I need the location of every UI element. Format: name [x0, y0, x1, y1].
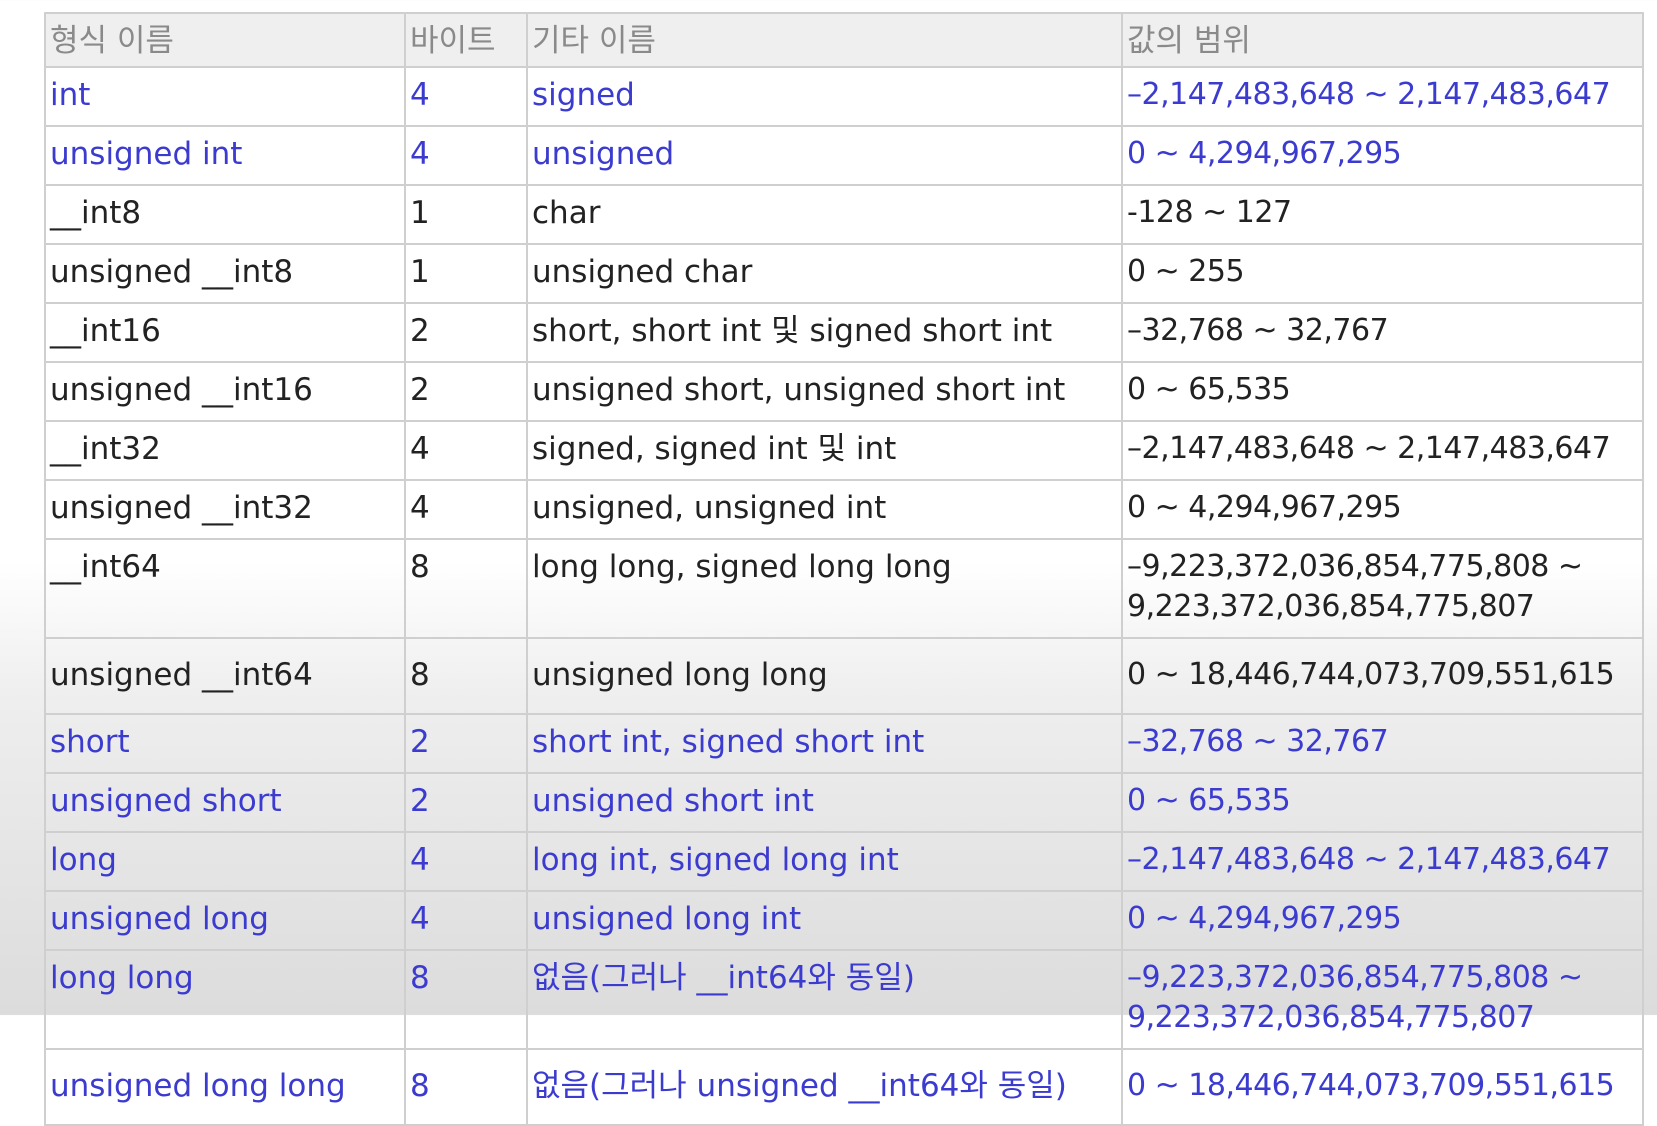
header-value-range: 값의 범위	[1121, 12, 1644, 68]
cell-type-name: unsigned long long	[44, 1048, 406, 1126]
cell-bytes: 2	[404, 361, 528, 422]
cell-value-range: 0 ~ 65,535	[1121, 772, 1644, 833]
cell-other-names: unsigned, unsigned int	[526, 479, 1123, 540]
cell-bytes: 2	[404, 302, 528, 363]
table-row: __int8 1 char -128 ~ 127	[44, 184, 1644, 245]
header-type-name: 형식 이름	[44, 12, 406, 68]
cell-value-range: 0 ~ 4,294,967,295	[1121, 125, 1644, 186]
table-row: unsigned __int32 4 unsigned, unsigned in…	[44, 479, 1644, 540]
cell-value-range: –9,223,372,036,854,775,808 ~ 9,223,372,0…	[1121, 538, 1644, 639]
cell-value-range: 0 ~ 18,446,744,073,709,551,615	[1121, 637, 1644, 715]
cell-value-range: –32,768 ~ 32,767	[1121, 713, 1644, 774]
cell-type-name: __int16	[44, 302, 406, 363]
table-row: __int64 8 long long, signed long long –9…	[44, 538, 1644, 639]
cell-type-name: long long	[44, 949, 406, 1050]
cell-other-names: unsigned long int	[526, 890, 1123, 951]
cell-bytes: 2	[404, 772, 528, 833]
cell-bytes: 4	[404, 831, 528, 892]
cell-type-name: __int32	[44, 420, 406, 481]
cell-value-range: 0 ~ 18,446,744,073,709,551,615	[1121, 1048, 1644, 1126]
cell-value-range: –2,147,483,648 ~ 2,147,483,647	[1121, 420, 1644, 481]
table-row: unsigned short 2 unsigned short int 0 ~ …	[44, 772, 1644, 833]
cell-bytes: 8	[404, 637, 528, 715]
cell-other-names: signed	[526, 66, 1123, 127]
cell-value-range: 0 ~ 255	[1121, 243, 1644, 304]
cell-value-range: –2,147,483,648 ~ 2,147,483,647	[1121, 831, 1644, 892]
table-row: unsigned long 4 unsigned long int 0 ~ 4,…	[44, 890, 1644, 951]
cell-bytes: 4	[404, 479, 528, 540]
cell-type-name: unsigned short	[44, 772, 406, 833]
table-row: long 4 long int, signed long int –2,147,…	[44, 831, 1644, 892]
cell-other-names: unsigned short, unsigned short int	[526, 361, 1123, 422]
cell-bytes: 4	[404, 420, 528, 481]
table-row: int 4 signed –2,147,483,648 ~ 2,147,483,…	[44, 66, 1644, 127]
cell-other-names: unsigned short int	[526, 772, 1123, 833]
cell-type-name: unsigned __int8	[44, 243, 406, 304]
table-row: unsigned int 4 unsigned 0 ~ 4,294,967,29…	[44, 125, 1644, 186]
cell-other-names: unsigned long long	[526, 637, 1123, 715]
cell-value-range: –9,223,372,036,854,775,808 ~ 9,223,372,0…	[1121, 949, 1644, 1050]
cell-other-names: 없음(그러나 __int64와 동일)	[526, 949, 1123, 1050]
cell-bytes: 8	[404, 538, 528, 639]
cell-value-range: 0 ~ 4,294,967,295	[1121, 479, 1644, 540]
cell-type-name: long	[44, 831, 406, 892]
cell-type-name: unsigned long	[44, 890, 406, 951]
cell-other-names: long long, signed long long	[526, 538, 1123, 639]
cell-type-name: unsigned __int16	[44, 361, 406, 422]
cell-bytes: 2	[404, 713, 528, 774]
cell-value-range: 0 ~ 4,294,967,295	[1121, 890, 1644, 951]
cell-other-names: short int, signed short int	[526, 713, 1123, 774]
cell-other-names: unsigned	[526, 125, 1123, 186]
cell-bytes: 1	[404, 184, 528, 245]
integer-type-table-container: 형식 이름 바이트 기타 이름 값의 범위 int 4 signed –2,14…	[44, 12, 1644, 1126]
cell-other-names: long int, signed long int	[526, 831, 1123, 892]
cell-other-names: signed, signed int 및 int	[526, 420, 1123, 481]
cell-bytes: 1	[404, 243, 528, 304]
cell-type-name: unsigned __int32	[44, 479, 406, 540]
table-row: short 2 short int, signed short int –32,…	[44, 713, 1644, 774]
cell-bytes: 4	[404, 890, 528, 951]
table-row: unsigned __int8 1 unsigned char 0 ~ 255	[44, 243, 1644, 304]
cell-value-range: –32,768 ~ 32,767	[1121, 302, 1644, 363]
header-other-names: 기타 이름	[526, 12, 1123, 68]
cell-type-name: __int64	[44, 538, 406, 639]
table-row: long long 8 없음(그러나 __int64와 동일) –9,223,3…	[44, 949, 1644, 1050]
cell-type-name: short	[44, 713, 406, 774]
cell-type-name: int	[44, 66, 406, 127]
cell-type-name: __int8	[44, 184, 406, 245]
cell-value-range: -128 ~ 127	[1121, 184, 1644, 245]
cell-bytes: 4	[404, 66, 528, 127]
table-row: unsigned long long 8 없음(그러나 unsigned __i…	[44, 1048, 1644, 1126]
table-row: __int16 2 short, short int 및 signed shor…	[44, 302, 1644, 363]
table-row: unsigned __int16 2 unsigned short, unsig…	[44, 361, 1644, 422]
cell-type-name: unsigned int	[44, 125, 406, 186]
cell-value-range: –2,147,483,648 ~ 2,147,483,647	[1121, 66, 1644, 127]
cell-other-names: unsigned char	[526, 243, 1123, 304]
cell-value-range: 0 ~ 65,535	[1121, 361, 1644, 422]
table-header-row: 형식 이름 바이트 기타 이름 값의 범위	[44, 12, 1644, 68]
integer-type-table: 형식 이름 바이트 기타 이름 값의 범위 int 4 signed –2,14…	[44, 12, 1644, 1126]
cell-bytes: 8	[404, 1048, 528, 1126]
cell-type-name: unsigned __int64	[44, 637, 406, 715]
cell-other-names: char	[526, 184, 1123, 245]
cell-bytes: 4	[404, 125, 528, 186]
cell-bytes: 8	[404, 949, 528, 1050]
cell-other-names: short, short int 및 signed short int	[526, 302, 1123, 363]
table-row: __int32 4 signed, signed int 및 int –2,14…	[44, 420, 1644, 481]
cell-other-names: 없음(그러나 unsigned __int64와 동일)	[526, 1048, 1123, 1126]
header-bytes: 바이트	[404, 12, 528, 68]
table-row: unsigned __int64 8 unsigned long long 0 …	[44, 637, 1644, 715]
